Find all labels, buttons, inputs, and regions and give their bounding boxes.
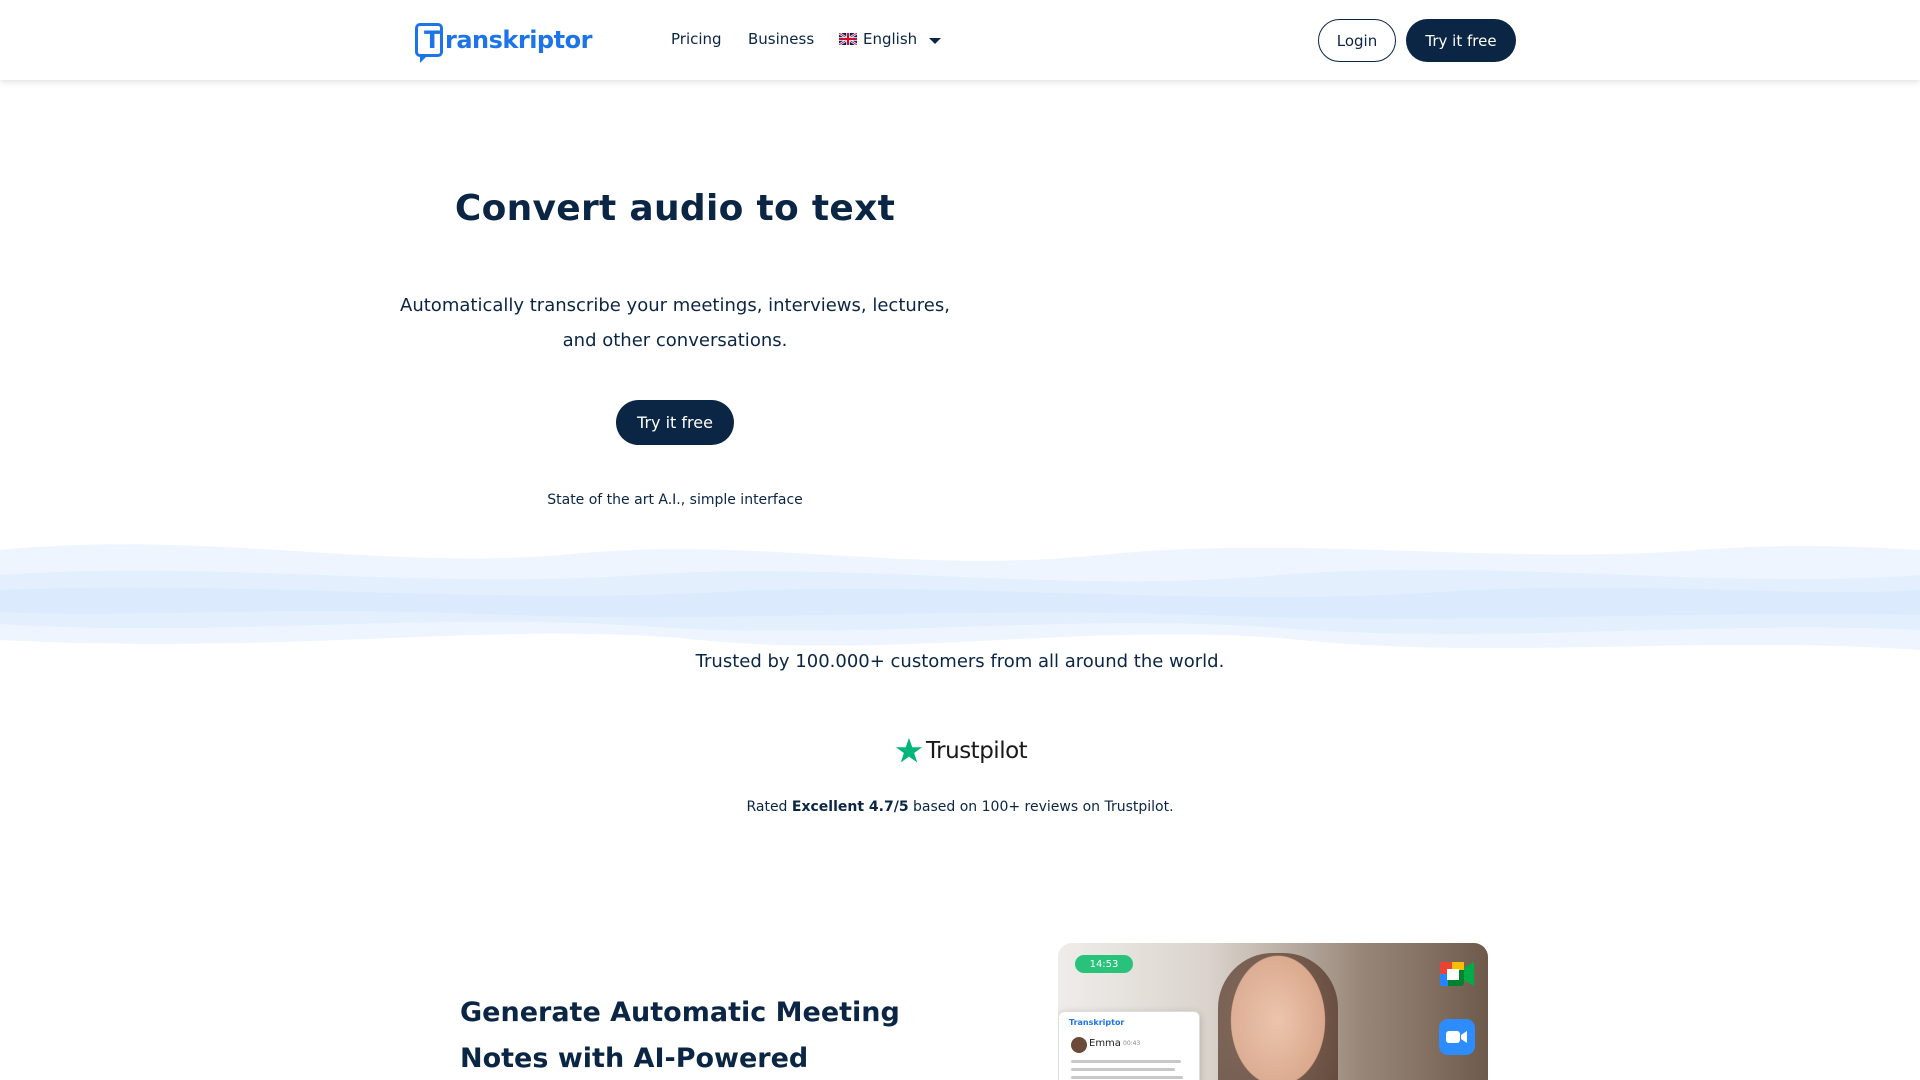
speaker-time: 00:43	[1123, 1040, 1141, 1047]
hero-subtitle: Automatically transcribe your meetings, …	[390, 288, 960, 358]
language-label: English	[863, 30, 918, 48]
feature-title-line2: Notes with AI-Powered	[460, 1043, 809, 1074]
trusted-text: Trusted by 100.000+ customers from all a…	[695, 651, 1225, 672]
language-selector[interactable]: English	[839, 30, 942, 48]
rating-prefix: Rated	[746, 799, 788, 815]
header-try-free-button[interactable]: Try it free	[1406, 19, 1516, 62]
google-meet-icon	[1440, 962, 1474, 986]
meeting-demo-image: 14:53 Transkriptor Emma 00:43	[1058, 943, 1488, 1080]
nav-pricing-link[interactable]: Pricing	[671, 30, 722, 48]
hero-try-free-button[interactable]: Try it free	[616, 400, 734, 445]
hero-subtitle-line1: Automatically transcribe your meetings, …	[400, 295, 950, 316]
uk-flag-icon	[839, 33, 857, 45]
rating-suffix: based on 100+ reviews on Trustpilot.	[913, 799, 1174, 815]
speaker-name: Emma	[1089, 1038, 1121, 1049]
hero-tagline: State of the art A.I., simple interface	[547, 492, 803, 508]
nav-business-link[interactable]: Business	[748, 30, 814, 48]
feature-title-line1: Generate Automatic Meeting	[460, 997, 900, 1028]
zoom-icon	[1439, 1019, 1475, 1055]
chevron-down-icon	[929, 37, 942, 44]
trustpilot-name: Trustpilot	[926, 738, 1028, 764]
trustpilot-logo[interactable]: Trustpilot	[894, 736, 1028, 766]
hero-subtitle-line2: and other conversations.	[562, 330, 788, 351]
logo-text: ranskriptor	[445, 26, 592, 54]
avatar	[1071, 1037, 1087, 1053]
trustpilot-star-icon	[895, 737, 923, 763]
login-button[interactable]: Login	[1318, 19, 1396, 62]
timer-badge: 14:53	[1075, 955, 1133, 973]
feature-title: Generate Automatic Meeting Notes with AI…	[460, 990, 940, 1080]
wave-decoration	[0, 544, 1920, 650]
transkriptor-logo[interactable]: T ranskriptor	[415, 22, 592, 58]
rating-score: Excellent 4.7/5	[791, 799, 909, 815]
card-logo: Transkriptor	[1069, 1018, 1125, 1027]
site-header: T ranskriptor Pricing Business English L…	[0, 0, 1920, 80]
transcript-card: Transkriptor Emma 00:43	[1058, 1011, 1200, 1080]
logo-icon: T	[415, 23, 443, 57]
hero-title: Convert audio to text	[454, 188, 896, 229]
rating-summary: Rated Excellent 4.7/5 based on 100+ revi…	[0, 799, 1920, 815]
